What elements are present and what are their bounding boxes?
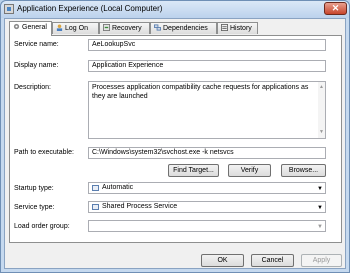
tab-label: Recovery [112,25,142,32]
apply-button[interactable]: Apply [301,254,342,267]
tab-label: History [230,25,252,32]
description-scrollbar[interactable]: ▲ ▼ [318,82,325,138]
scroll-down-icon[interactable]: ▼ [319,128,324,137]
service-icon [92,204,99,210]
description-label: Description: [14,84,51,91]
ok-button[interactable]: OK [201,254,244,267]
startup-type-value: Automatic [102,184,134,191]
cancel-button[interactable]: Cancel [251,254,294,267]
startup-type-label: Startup type: [14,185,54,192]
properties-window: Application Experience (Local Computer) … [0,0,350,273]
browse-button[interactable]: Browse... [281,164,326,177]
gear-icon [13,23,20,30]
display-name-field[interactable]: Application Experience [88,60,326,72]
tab-label: Log On [65,25,88,32]
chevron-down-icon[interactable]: ▼ [317,222,323,232]
dependencies-icon [154,24,161,31]
history-icon [221,24,228,31]
title-bar[interactable]: Application Experience (Local Computer) … [1,1,349,18]
find-target-button[interactable]: Find Target... [168,164,219,177]
chevron-down-icon[interactable]: ▼ [317,203,323,213]
chevron-down-icon[interactable]: ▼ [317,184,323,194]
tab-log-on[interactable]: Log On [52,22,99,34]
tab-recovery[interactable]: Recovery [99,22,150,34]
service-type-select[interactable]: Shared Process Service ▼ [88,201,326,213]
startup-type-select[interactable]: Automatic ▼ [88,182,326,194]
tab-label: Dependencies [163,25,208,32]
description-text: Processes application compatibility cach… [92,84,309,100]
service-type-label: Service type: [14,204,55,211]
recovery-icon [103,24,110,31]
tab-history[interactable]: History [217,22,258,34]
tab-dependencies[interactable]: Dependencies [150,22,217,34]
display-name-label: Display name: [14,62,59,69]
tab-general[interactable]: General [9,21,52,36]
load-order-select[interactable]: ▼ [88,220,326,232]
service-name-label: Service name: [14,41,59,48]
service-type-value: Shared Process Service [102,203,178,210]
close-icon: ✕ [331,3,340,13]
tab-strip: General Log On Recovery Dependencies His… [9,21,309,36]
service-icon [92,185,99,191]
tab-label: General [22,24,47,31]
description-field[interactable]: Processes application compatibility cach… [88,81,326,139]
path-label: Path to executable: [14,149,74,156]
scroll-up-icon[interactable]: ▲ [319,83,324,92]
verify-button[interactable]: Verify [228,164,271,177]
load-order-label: Load order group: [14,223,70,230]
service-name-field[interactable]: AeLookupSvc [88,39,326,51]
window-title: Application Experience (Local Computer) [17,4,163,13]
path-field[interactable]: C:\Windows\system32\svchost.exe -k netsv… [88,147,326,159]
app-icon [4,4,14,14]
close-button[interactable]: ✕ [324,2,347,15]
user-icon [56,24,63,31]
